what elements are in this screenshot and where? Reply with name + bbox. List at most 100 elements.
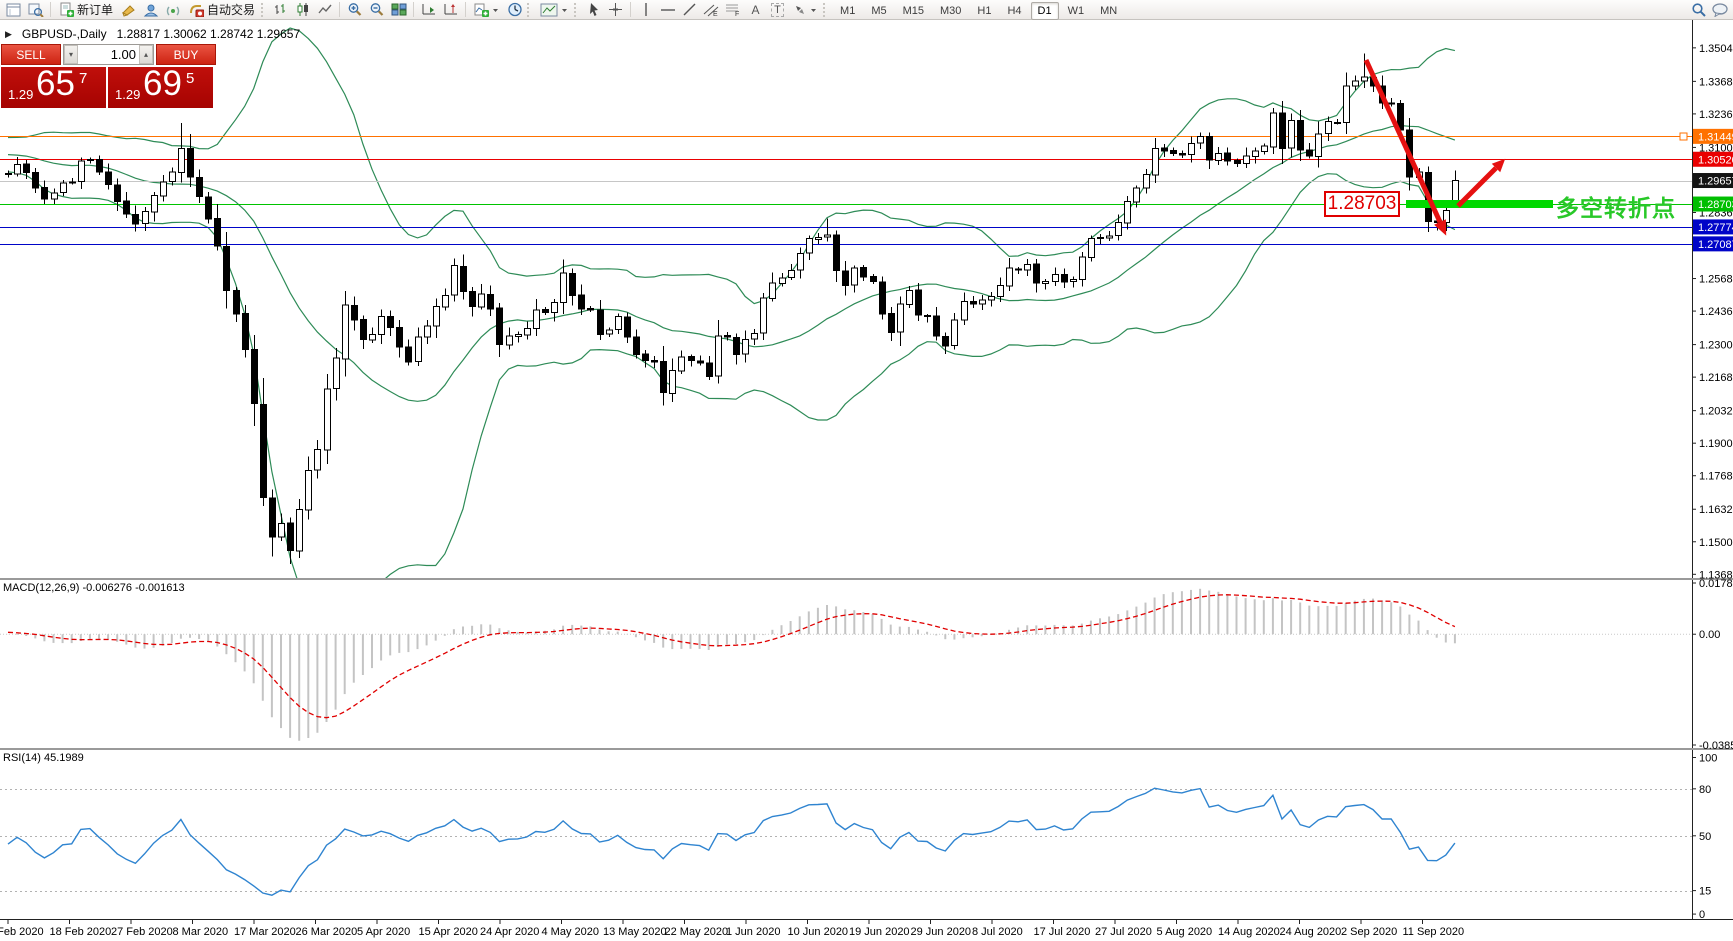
tf-button-D1[interactable]: D1 bbox=[1031, 2, 1059, 20]
new-order-button[interactable]: 新订单 bbox=[55, 1, 117, 19]
chart-title: ▶ GBPUSD-,Daily 1.28817 1.30062 1.28742 … bbox=[5, 27, 300, 41]
volume-decrease-button[interactable]: ▾ bbox=[64, 45, 78, 64]
autotrading-button[interactable]: 自动交易 bbox=[184, 1, 259, 19]
style-brush-button[interactable] bbox=[118, 1, 139, 19]
svg-text:1.21680: 1.21680 bbox=[1699, 372, 1733, 384]
svg-text:0: 0 bbox=[1699, 909, 1705, 921]
svg-text:1 Jun 2020: 1 Jun 2020 bbox=[726, 926, 780, 938]
turning-point-text-object[interactable]: 多空转折点 bbox=[1556, 189, 1676, 223]
svg-text:50: 50 bbox=[1699, 831, 1711, 843]
main-price-panel[interactable] bbox=[0, 28, 1692, 620]
svg-text:1.15000: 1.15000 bbox=[1699, 537, 1733, 549]
candlestick-chart-button[interactable] bbox=[292, 1, 313, 19]
volume-input[interactable] bbox=[78, 45, 139, 64]
trendline-button[interactable] bbox=[679, 1, 700, 19]
community-profile-button[interactable] bbox=[140, 1, 161, 19]
tf-button-M1[interactable]: M1 bbox=[833, 2, 862, 20]
search-button[interactable] bbox=[1688, 1, 1709, 19]
chart-profiles-button[interactable] bbox=[25, 1, 46, 19]
svg-text:1.27087: 1.27087 bbox=[1698, 239, 1733, 251]
svg-text:27 Feb 2020: 27 Feb 2020 bbox=[111, 926, 173, 938]
svg-text:1.35040: 1.35040 bbox=[1699, 43, 1733, 55]
svg-text:24 Aug 2020: 24 Aug 2020 bbox=[1280, 926, 1342, 938]
date-axis[interactable]: 3 Feb 202018 Feb 202027 Feb 20208 Mar 20… bbox=[0, 920, 1464, 938]
tf-button-M15[interactable]: M15 bbox=[896, 2, 931, 20]
buy-price-tile[interactable]: 1.29 69 5 bbox=[108, 67, 213, 108]
sell-button[interactable]: SELL bbox=[1, 44, 61, 65]
tf-button-M30[interactable]: M30 bbox=[933, 2, 968, 20]
buy-price-pips: 69 bbox=[143, 64, 182, 104]
tf-button-H1[interactable]: H1 bbox=[970, 2, 998, 20]
horizontal-line-button[interactable] bbox=[657, 1, 678, 19]
svg-text:13 May 2020: 13 May 2020 bbox=[603, 926, 667, 938]
svg-text:17 Mar 2020: 17 Mar 2020 bbox=[234, 926, 296, 938]
channel-button[interactable]: E bbox=[701, 1, 722, 19]
support-price-text-object[interactable]: 1.28703 bbox=[1324, 191, 1400, 217]
toolbar-separator bbox=[413, 2, 414, 17]
caret-down-icon bbox=[492, 7, 499, 13]
bar-chart-button[interactable] bbox=[270, 1, 291, 19]
buy-button[interactable]: BUY bbox=[156, 44, 216, 65]
bollinger-bands[interactable] bbox=[8, 28, 1455, 620]
toolbar-grip[interactable] bbox=[527, 3, 532, 17]
buy-price-point: 5 bbox=[186, 70, 194, 87]
period-clock-button[interactable] bbox=[504, 1, 525, 19]
signals-button[interactable] bbox=[162, 1, 183, 19]
svg-text:0.00: 0.00 bbox=[1699, 629, 1720, 641]
tf-button-MN[interactable]: MN bbox=[1093, 2, 1124, 20]
toolbar-grip[interactable] bbox=[823, 3, 828, 17]
sell-price-pips: 65 bbox=[36, 64, 75, 104]
add-indicator-button[interactable] bbox=[470, 1, 503, 19]
svg-text:0.017833: 0.017833 bbox=[1699, 578, 1733, 590]
zoom-in-button[interactable] bbox=[344, 1, 365, 19]
macd-indicator-label: MACD(12,26,9) -0.006276 -0.001613 bbox=[3, 582, 185, 594]
text-tool-letter: A bbox=[752, 3, 760, 17]
sell-price-prefix: 1.29 bbox=[8, 87, 33, 102]
chart-canvas[interactable]: 1.350401.336801.323601.310001.283601.256… bbox=[0, 0, 1733, 941]
mt4-window: 新订单 自动交易 E F A T bbox=[0, 0, 1733, 941]
cursor-button[interactable] bbox=[583, 1, 604, 19]
panel-frames bbox=[0, 20, 1733, 920]
chat-button[interactable] bbox=[1709, 1, 1730, 19]
toolbar-separator bbox=[339, 2, 340, 17]
zoom-out-button[interactable] bbox=[366, 1, 387, 19]
tf-button-M5[interactable]: M5 bbox=[864, 2, 893, 20]
macd-panel bbox=[0, 589, 1692, 741]
text-button[interactable]: A bbox=[745, 1, 766, 19]
sell-price-tile[interactable]: 1.29 65 7 bbox=[1, 67, 106, 108]
svg-text:1.29657: 1.29657 bbox=[1698, 176, 1733, 188]
toolbar-grip[interactable] bbox=[574, 3, 579, 17]
svg-text:8 Mar 2020: 8 Mar 2020 bbox=[173, 926, 229, 938]
toolbar-grip[interactable] bbox=[261, 3, 266, 17]
arrows-button[interactable] bbox=[789, 1, 821, 19]
tf-button-H4[interactable]: H4 bbox=[1000, 2, 1028, 20]
svg-text:5 Apr 2020: 5 Apr 2020 bbox=[357, 926, 410, 938]
tf-button-W1[interactable]: W1 bbox=[1061, 2, 1092, 20]
svg-text:22 May 2020: 22 May 2020 bbox=[665, 926, 729, 938]
candlesticks bbox=[6, 53, 1459, 564]
new-chart-button[interactable] bbox=[3, 1, 24, 19]
volume-increase-button[interactable]: ▴ bbox=[139, 45, 153, 64]
fibonacci-button[interactable]: F bbox=[723, 1, 744, 19]
sell-price-point: 7 bbox=[79, 70, 87, 87]
svg-text:19 Jun 2020: 19 Jun 2020 bbox=[849, 926, 910, 938]
svg-text:-0.038559: -0.038559 bbox=[1699, 740, 1733, 752]
line-handle[interactable] bbox=[1680, 133, 1687, 140]
svg-text:10 Jun 2020: 10 Jun 2020 bbox=[788, 926, 849, 938]
svg-text:15 Apr 2020: 15 Apr 2020 bbox=[419, 926, 478, 938]
tile-windows-button[interactable] bbox=[388, 1, 409, 19]
svg-text:14 Aug 2020: 14 Aug 2020 bbox=[1218, 926, 1280, 938]
ohlc-values: 1.28817 1.30062 1.28742 1.29657 bbox=[117, 27, 301, 41]
svg-text:1.31449: 1.31449 bbox=[1698, 131, 1733, 143]
vertical-line-button[interactable] bbox=[635, 1, 656, 19]
templates-button[interactable] bbox=[536, 1, 572, 19]
svg-text:1.19000: 1.19000 bbox=[1699, 438, 1733, 450]
auto-scroll-button[interactable] bbox=[418, 1, 439, 19]
crosshair-button[interactable] bbox=[605, 1, 626, 19]
autotrading-label: 自动交易 bbox=[207, 1, 255, 18]
line-chart-button[interactable] bbox=[314, 1, 335, 19]
one-click-trading-caret[interactable]: ▶ bbox=[5, 29, 12, 40]
chart-shift-button[interactable] bbox=[440, 1, 461, 19]
text-label-button[interactable]: T bbox=[767, 1, 788, 19]
svg-text:1.33680: 1.33680 bbox=[1699, 76, 1733, 88]
